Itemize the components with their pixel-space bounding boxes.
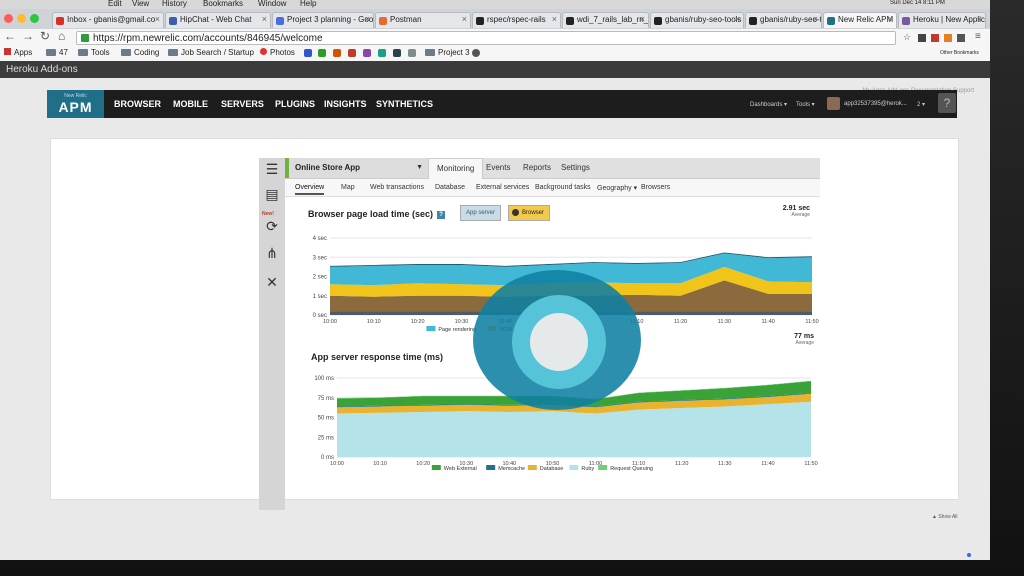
monitor-bezel: Edit View History Bookmarks Window Help …: [0, 0, 1024, 576]
x-tick-label: 11:50: [804, 461, 817, 467]
y-tick-label: 2 sec: [313, 275, 327, 281]
legend-swatch: [431, 465, 441, 470]
legend-swatch: [486, 465, 496, 470]
x-tick-label: 10:20: [411, 319, 425, 325]
y-tick-label: 75 ms: [318, 396, 334, 402]
x-tick-label: 10:20: [416, 461, 430, 467]
x-tick-label: 11:20: [674, 319, 687, 325]
overlay-inner: [530, 313, 588, 371]
y-tick-label: 4 sec: [313, 236, 327, 242]
x-tick-label: 10:30: [455, 319, 469, 325]
x-tick-label: 10:10: [367, 319, 381, 325]
legend-swatch: [569, 465, 579, 470]
x-tick-label: 11:30: [718, 319, 731, 325]
legend-label: Request Queuing: [610, 466, 653, 472]
screen: Edit View History Bookmarks Window Help …: [0, 0, 990, 560]
x-tick-label: 11:20: [675, 461, 688, 467]
legend-label: Page rendering: [438, 327, 476, 333]
show-all-button[interactable]: ▲ Show All: [932, 514, 958, 520]
legend-label: Ruby: [581, 466, 594, 472]
x-tick-label: 10:00: [330, 461, 344, 467]
y-tick-label: 1 sec: [313, 294, 327, 300]
x-tick-label: 10:10: [373, 461, 387, 467]
legend-swatch: [426, 326, 436, 331]
x-tick-label: 11:50: [805, 319, 818, 325]
y-tick-label: 3 sec: [313, 255, 327, 261]
legend-swatch: [527, 465, 537, 470]
legend-swatch: [598, 465, 608, 470]
y-tick-label: 50 ms: [318, 416, 334, 422]
y-tick-label: 100 ms: [314, 376, 334, 382]
loading-overlay: [473, 270, 641, 410]
x-tick-label: 10:00: [323, 319, 337, 325]
x-tick-label: 11:40: [762, 319, 775, 325]
x-tick-label: 11:30: [718, 461, 731, 467]
y-tick-label: 25 ms: [318, 435, 334, 441]
x-tick-label: 11:40: [761, 461, 774, 467]
legend-label: Database: [540, 466, 564, 472]
power-led: [967, 553, 971, 557]
legend-label: Web External: [444, 466, 477, 472]
legend-label: Memcache: [498, 466, 525, 472]
